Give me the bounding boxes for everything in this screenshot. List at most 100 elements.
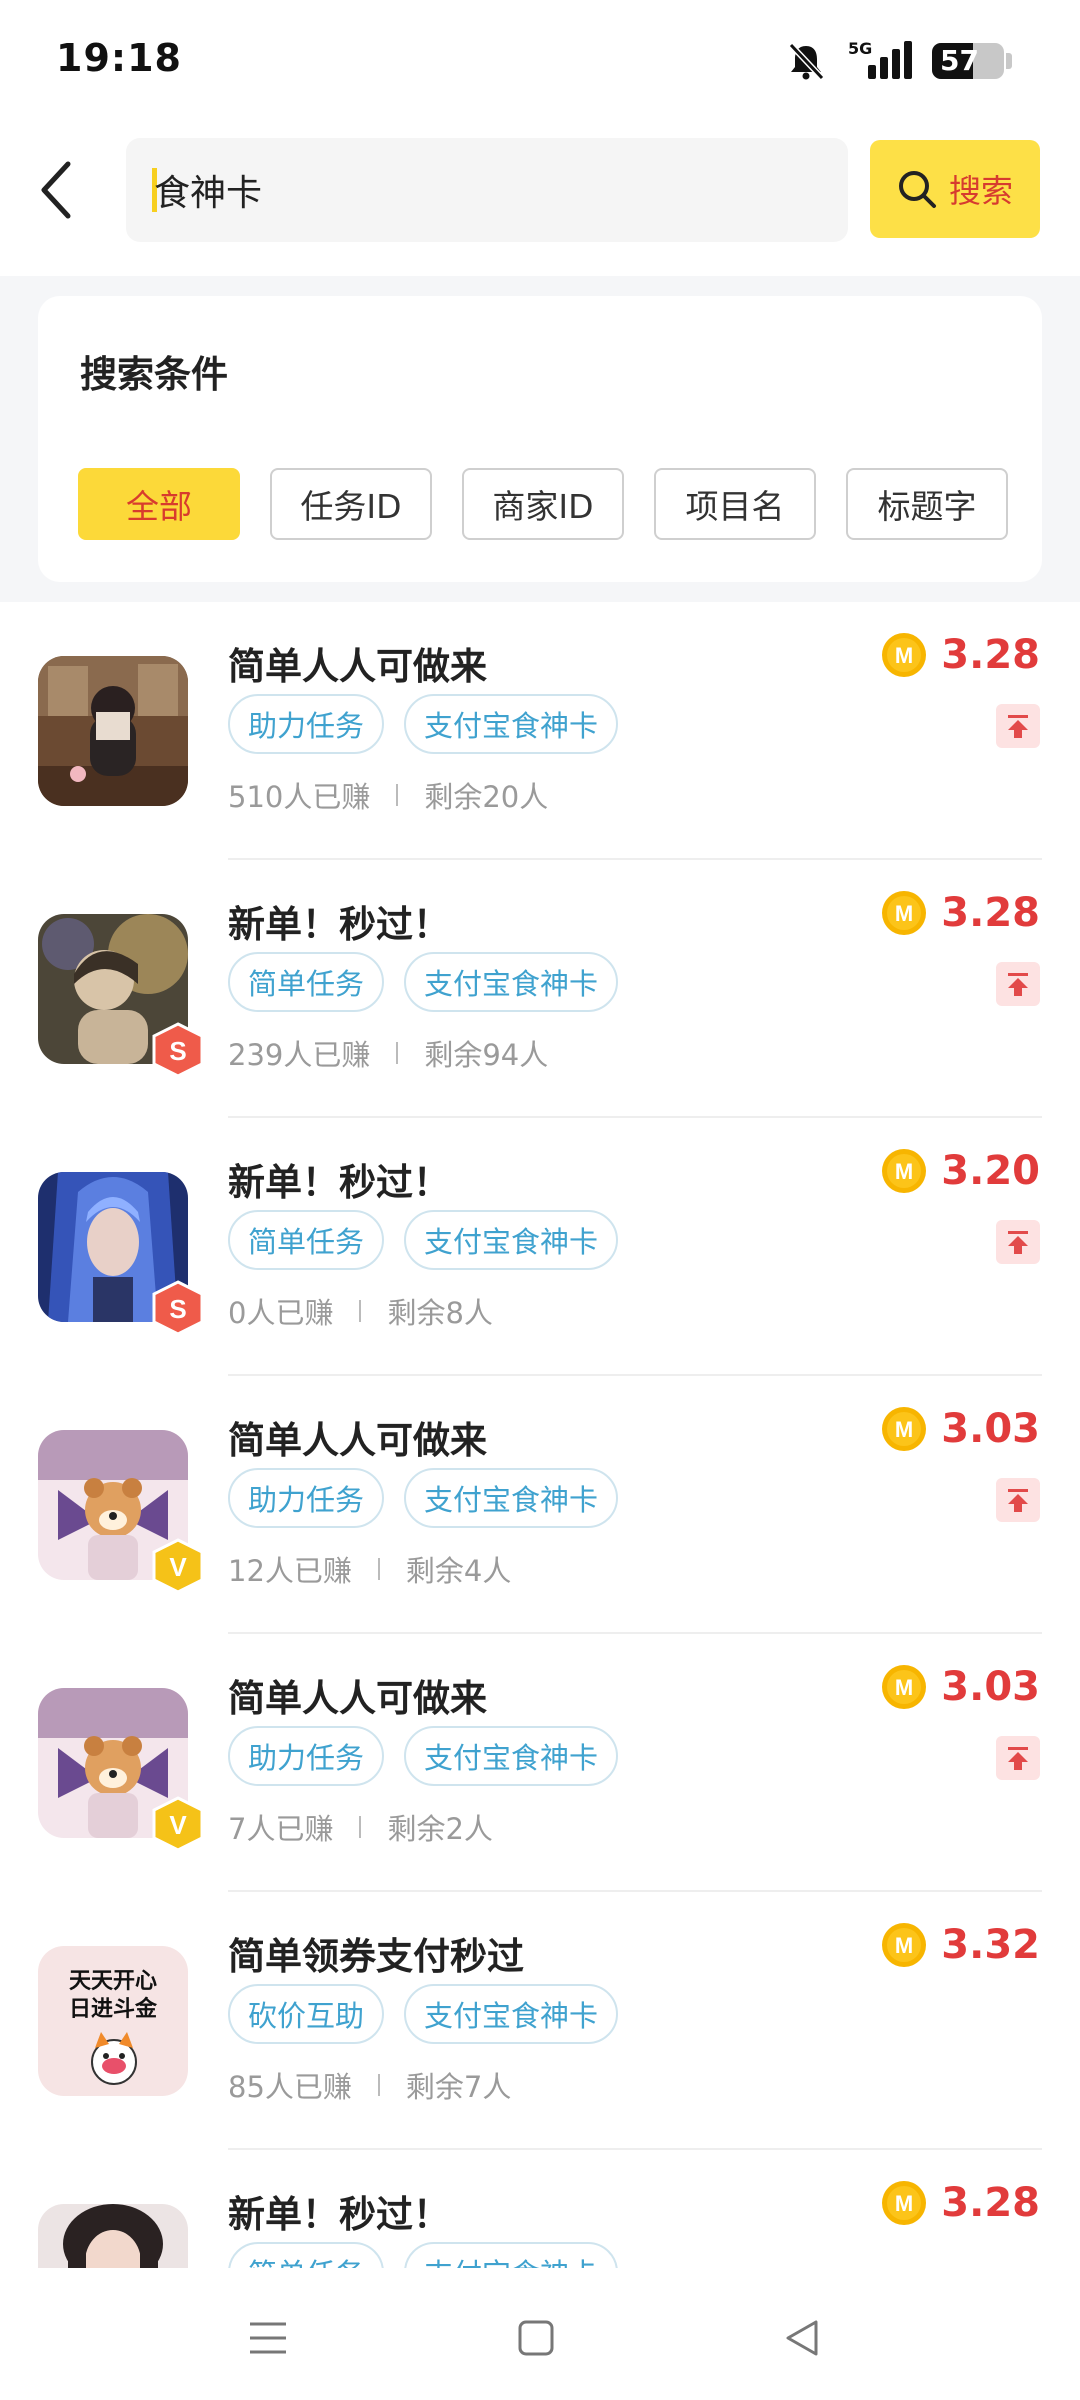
- remaining-count: 剩余94人: [424, 1038, 549, 1072]
- earned-count: 85人已赚: [228, 2070, 352, 2104]
- task-tag: 助力任务: [228, 694, 385, 754]
- chip-project-name[interactable]: 项目名: [654, 468, 816, 540]
- svg-text:M: M: [895, 1417, 913, 1442]
- svg-text:S: S: [169, 1294, 186, 1324]
- remaining-count: 剩余8人: [387, 1296, 493, 1330]
- stats-divider: [396, 784, 399, 806]
- filter-title: 搜索条件: [80, 353, 228, 396]
- stats-divider: [359, 1300, 362, 1322]
- svg-text:V: V: [169, 1810, 187, 1840]
- task-tag: 支付宝食神卡: [404, 1468, 619, 1528]
- back-triangle-icon: [786, 2320, 818, 2356]
- task-item[interactable]: 简单人人可做来 助力任务 支付宝食神卡 510人已赚 剩余20人 M 3.28: [0, 602, 1080, 860]
- search-input[interactable]: 食神卡: [154, 164, 262, 216]
- task-stats: 510人已赚 剩余20人: [228, 774, 548, 816]
- task-tag: 支付宝食神卡: [404, 2242, 619, 2268]
- task-item[interactable]: 天天开心 日进斗金 简单领券支付秒过 砍价互助 支付宝食神卡 85人已赚 剩余7…: [0, 1892, 1080, 2150]
- task-item[interactable]: V 简单人人可做来 助力任务 支付宝食神卡 12人已赚 剩余4人 M 3.03: [0, 1376, 1080, 1634]
- back-button[interactable]: [26, 150, 86, 230]
- task-tags: 助力任务 支付宝食神卡: [228, 1468, 619, 1528]
- task-item[interactable]: S 新单！秒过！ 简单任务 支付宝食神卡 239人已赚 剩余94人 M 3.28: [0, 860, 1080, 1118]
- search-button[interactable]: 搜索: [870, 140, 1040, 238]
- svg-text:M: M: [895, 901, 913, 926]
- task-item[interactable]: S 新单！秒过！ 简单任务 支付宝食神卡 0人已赚 剩余8人 M 3.20: [0, 1118, 1080, 1376]
- task-price: M 3.03: [881, 1664, 1040, 1710]
- task-item[interactable]: V 简单人人可做来 助力任务 支付宝食神卡 7人已赚 剩余2人 M 3.03: [0, 1634, 1080, 1892]
- stats-divider: [359, 1816, 362, 1838]
- price-value: 3.28: [941, 632, 1040, 678]
- coin-m-icon: M: [882, 1923, 927, 1967]
- menu-icon: [250, 2322, 286, 2354]
- coin-m-icon: M: [882, 2181, 927, 2225]
- search-input-box[interactable]: 食神卡: [126, 138, 848, 242]
- price-value: 3.20: [941, 1148, 1040, 1194]
- task-title: 简单人人可做来: [228, 1419, 487, 1462]
- svg-text:M: M: [895, 2191, 913, 2216]
- svg-text:M: M: [895, 1675, 913, 1700]
- task-tag: 支付宝食神卡: [404, 1984, 619, 2044]
- stats-divider: [396, 1042, 399, 1064]
- task-stats: 12人已赚 剩余4人: [228, 1548, 511, 1590]
- filter-chips: 全部 任务ID 商家ID 项目名 标题字: [78, 468, 1008, 540]
- remaining-count: 剩余20人: [424, 780, 549, 814]
- remaining-count: 剩余7人: [405, 2070, 512, 2104]
- chip-title-keyword[interactable]: 标题字: [846, 468, 1008, 540]
- status-bar: 19:18 5G 57: [0, 0, 1080, 120]
- chip-merchant-id[interactable]: 商家ID: [462, 468, 624, 540]
- task-tag: 支付宝食神卡: [404, 1726, 619, 1786]
- task-tag: 支付宝食神卡: [404, 952, 619, 1012]
- task-tags: 砍价互助 支付宝食神卡: [228, 1984, 619, 2044]
- search-header: 食神卡 搜索: [0, 120, 1080, 276]
- pin-top-icon[interactable]: [996, 1220, 1040, 1264]
- earned-count: 7人已赚: [228, 1812, 334, 1846]
- chip-all[interactable]: 全部: [78, 468, 240, 540]
- task-title: 简单人人可做来: [228, 645, 487, 688]
- task-title: 新单！秒过！: [228, 2193, 450, 2236]
- coin-m-icon: M: [882, 1149, 927, 1193]
- coin-m-icon: M: [882, 633, 927, 677]
- vip-badge-v-icon: V: [152, 1538, 204, 1594]
- status-time: 19:18: [56, 36, 182, 80]
- search-button-label: 搜索: [948, 172, 1013, 210]
- filter-section: 搜索条件 全部 任务ID 商家ID 项目名 标题字: [0, 276, 1080, 602]
- task-avatar: [38, 2204, 188, 2268]
- pin-top-icon[interactable]: [996, 1736, 1040, 1780]
- earned-count: 510人已赚: [228, 780, 371, 814]
- nav-back-button[interactable]: [762, 2298, 842, 2378]
- price-value: 3.28: [941, 890, 1040, 936]
- task-tag: 简单任务: [228, 1210, 385, 1270]
- pin-top-icon[interactable]: [996, 704, 1040, 748]
- status-icons: 5G 57: [786, 36, 1012, 86]
- task-stats: 239人已赚 剩余94人: [228, 1032, 548, 1074]
- remaining-count: 剩余4人: [405, 1554, 512, 1588]
- price-value: 3.03: [941, 1406, 1040, 1452]
- task-tags: 助力任务 支付宝食神卡: [228, 1726, 619, 1786]
- pin-top-icon[interactable]: [996, 962, 1040, 1006]
- task-avatar: [38, 656, 188, 806]
- coin-m-icon: M: [882, 1665, 927, 1709]
- rank-badge-s-icon: S: [152, 1280, 204, 1336]
- task-tags: 简单任务 支付宝食神卡: [228, 1210, 619, 1270]
- task-tags: 助力任务 支付宝食神卡: [228, 694, 619, 754]
- task-tags: 简单任务 支付宝食神卡: [228, 952, 619, 1012]
- battery-icon: 57: [932, 43, 1004, 79]
- search-icon: [898, 171, 936, 208]
- chip-task-id[interactable]: 任务ID: [270, 468, 432, 540]
- home-square-icon: [518, 2320, 554, 2356]
- price-value: 3.28: [941, 2180, 1040, 2226]
- pin-top-icon[interactable]: [996, 1478, 1040, 1522]
- system-nav-bar: [0, 2268, 1080, 2400]
- task-tag: 助力任务: [228, 1726, 385, 1786]
- task-stats: 7人已赚 剩余2人: [228, 1806, 493, 1848]
- filter-card: 搜索条件 全部 任务ID 商家ID 项目名 标题字: [38, 296, 1042, 582]
- vip-badge-v-icon: V: [152, 1796, 204, 1852]
- task-item[interactable]: 新单！秒过！ 简单任务 支付宝食神卡 M 3.28: [0, 2150, 1080, 2268]
- task-tag: 砍价互助: [228, 1984, 385, 2044]
- task-title: 简单人人可做来: [228, 1677, 487, 1720]
- task-price: M 3.28: [881, 2180, 1040, 2226]
- task-list: 简单人人可做来 助力任务 支付宝食神卡 510人已赚 剩余20人 M 3.28: [0, 602, 1080, 2268]
- nav-home-button[interactable]: [496, 2298, 576, 2378]
- nav-menu-button[interactable]: [228, 2298, 308, 2378]
- remaining-count: 剩余2人: [387, 1812, 493, 1846]
- task-price: M 3.28: [881, 632, 1040, 678]
